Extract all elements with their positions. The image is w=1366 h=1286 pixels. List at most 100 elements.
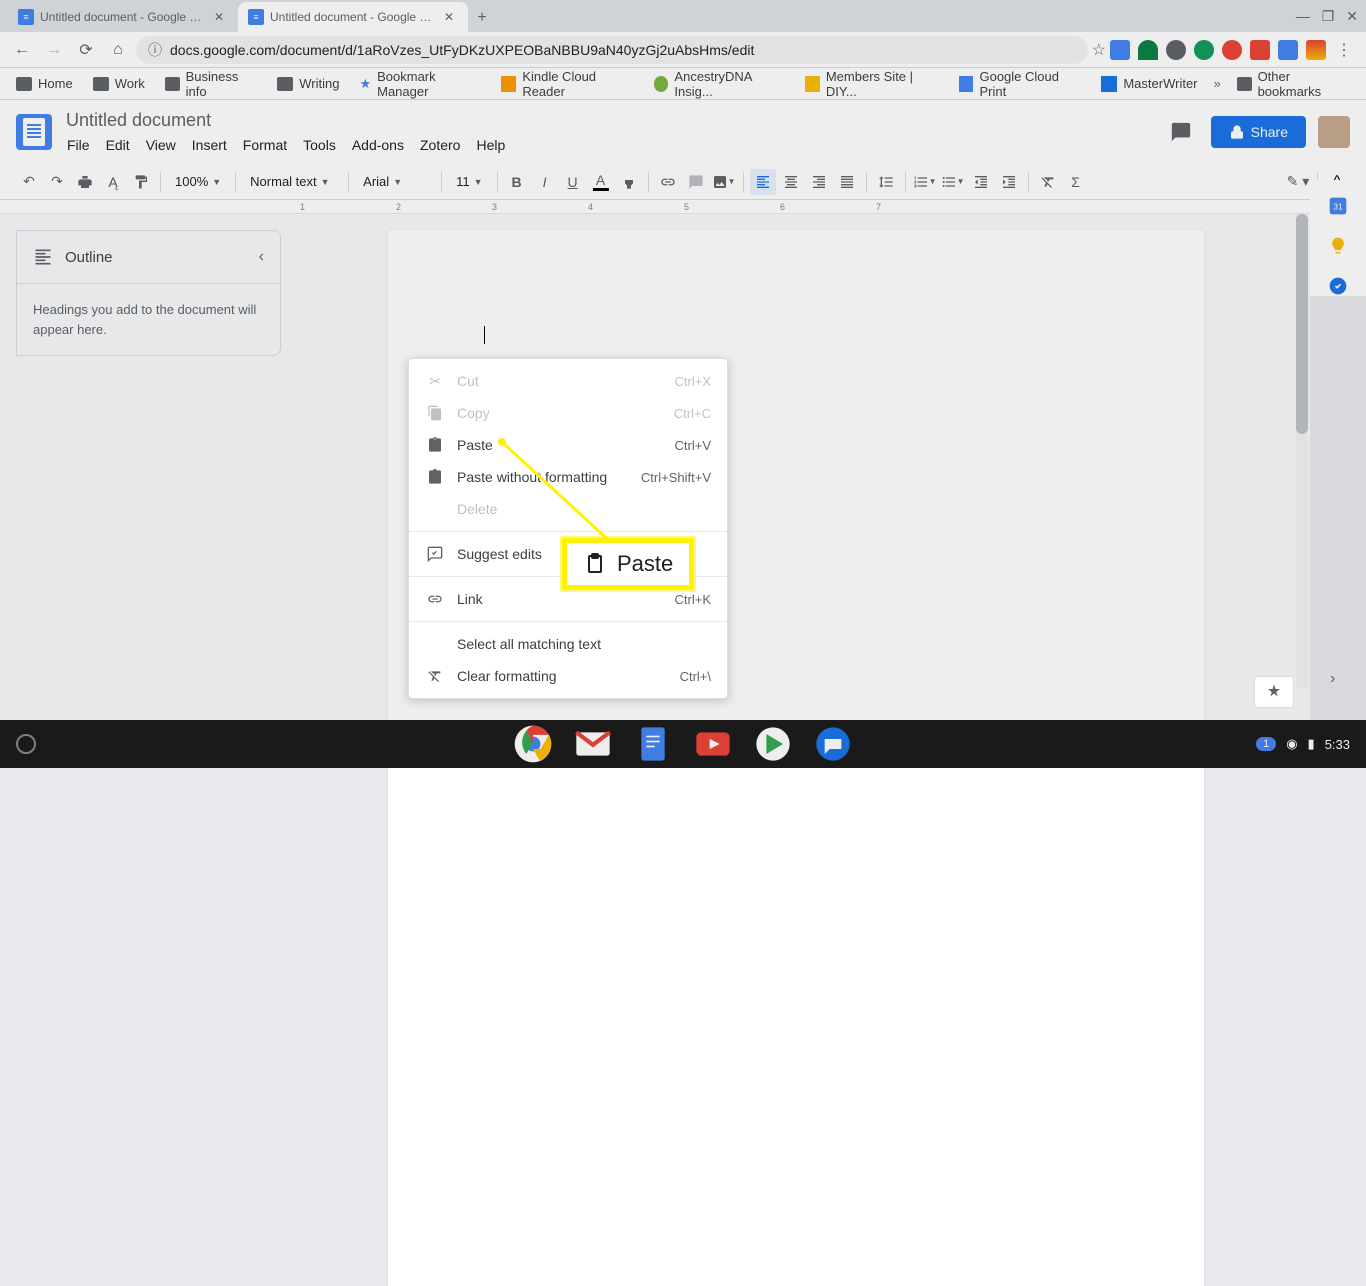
- chrome-menu-button[interactable]: ⋮: [1330, 36, 1358, 64]
- ext-icon[interactable]: [1278, 40, 1298, 60]
- youtube-app[interactable]: [691, 722, 735, 766]
- chrome-app[interactable]: [511, 722, 555, 766]
- ext-icon[interactable]: [1138, 40, 1158, 60]
- font-size-select[interactable]: 11▼: [448, 169, 490, 195]
- insert-image-button[interactable]: ▼: [711, 169, 737, 195]
- input-tools-button[interactable]: Σ: [1063, 169, 1089, 195]
- menu-tools[interactable]: Tools: [296, 133, 343, 157]
- menu-format[interactable]: Format: [236, 133, 294, 157]
- docs-app[interactable]: [631, 722, 675, 766]
- ruler[interactable]: 1 2 3 4 5 6 7: [0, 200, 1366, 214]
- bookmark-item[interactable]: Work: [85, 72, 153, 95]
- menu-file[interactable]: File: [60, 133, 97, 157]
- undo-button[interactable]: ↶: [16, 169, 42, 195]
- tasks-icon[interactable]: [1328, 276, 1348, 296]
- bookmark-item[interactable]: Google Cloud Print: [951, 65, 1090, 103]
- explore-button[interactable]: [1254, 676, 1294, 708]
- url-input[interactable]: ⓘ docs.google.com/document/d/1aRoVzes_Ut…: [136, 36, 1088, 64]
- bookmark-item[interactable]: Home: [8, 72, 81, 95]
- minimize-button[interactable]: —: [1296, 8, 1310, 25]
- close-icon[interactable]: ✕: [444, 10, 458, 24]
- site-info-icon[interactable]: ⓘ: [148, 40, 162, 60]
- vertical-scrollbar[interactable]: [1296, 214, 1308, 688]
- expand-side-panel-button[interactable]: ›: [1330, 670, 1350, 690]
- decrease-indent-button[interactable]: [968, 169, 994, 195]
- menu-zotero[interactable]: Zotero: [413, 133, 467, 157]
- ext-icon[interactable]: [1222, 40, 1242, 60]
- ext-icon[interactable]: [1250, 40, 1270, 60]
- menu-insert[interactable]: Insert: [185, 133, 234, 157]
- collapse-outline-button[interactable]: ‹: [259, 248, 264, 266]
- launcher-button[interactable]: [16, 734, 36, 754]
- bullet-list-button[interactable]: ▼: [940, 169, 966, 195]
- back-button[interactable]: ←: [8, 36, 36, 64]
- user-avatar[interactable]: [1318, 116, 1350, 148]
- bookmark-item[interactable]: Bookmark Manager: [351, 65, 489, 103]
- other-bookmarks[interactable]: Other bookmarks: [1229, 65, 1358, 103]
- maximize-button[interactable]: ❐: [1322, 8, 1335, 25]
- increase-indent-button[interactable]: [996, 169, 1022, 195]
- align-right-button[interactable]: [806, 169, 832, 195]
- spellcheck-button[interactable]: Ą: [100, 169, 126, 195]
- docs-logo[interactable]: [16, 114, 52, 150]
- ext-icon[interactable]: [1194, 40, 1214, 60]
- line-spacing-button[interactable]: [873, 169, 899, 195]
- ctx-delete[interactable]: Delete: [409, 493, 727, 525]
- share-button[interactable]: Share: [1211, 116, 1306, 148]
- menu-edit[interactable]: Edit: [99, 133, 137, 157]
- bookmark-item[interactable]: Business info: [157, 65, 265, 103]
- star-button[interactable]: ☆: [1092, 40, 1106, 60]
- messages-app[interactable]: [811, 722, 855, 766]
- ctx-cut[interactable]: ✂ Cut Ctrl+X: [409, 365, 727, 397]
- keep-icon[interactable]: [1328, 236, 1348, 256]
- align-left-button[interactable]: [750, 169, 776, 195]
- home-button[interactable]: ⌂: [104, 36, 132, 64]
- bookmark-item[interactable]: Writing: [269, 72, 347, 95]
- document-title[interactable]: Untitled document: [60, 108, 1155, 133]
- ctx-copy[interactable]: Copy Ctrl+C: [409, 397, 727, 429]
- forward-button[interactable]: →: [40, 36, 68, 64]
- ext-icon[interactable]: [1306, 40, 1326, 60]
- reload-button[interactable]: ⟳: [72, 36, 100, 64]
- bookmark-item[interactable]: Members Site | DIY...: [797, 65, 947, 103]
- calendar-icon[interactable]: 31: [1328, 196, 1348, 216]
- system-tray[interactable]: 1 ◉ ▮ 5:33: [1256, 736, 1350, 752]
- text-color-button[interactable]: A: [588, 169, 614, 195]
- close-window-button[interactable]: ✕: [1346, 8, 1358, 25]
- font-select[interactable]: Arial▼: [355, 169, 435, 195]
- zoom-select[interactable]: 100%▼: [167, 169, 229, 195]
- ctx-select-matching[interactable]: Select all matching text: [409, 628, 727, 660]
- underline-button[interactable]: U: [560, 169, 586, 195]
- notification-badge[interactable]: 1: [1256, 737, 1276, 751]
- play-store-app[interactable]: [751, 722, 795, 766]
- ctx-clear-formatting[interactable]: Clear formatting Ctrl+\: [409, 660, 727, 692]
- bookmark-item[interactable]: AncestryDNA Insig...: [646, 65, 793, 103]
- bookmark-overflow[interactable]: »: [1210, 76, 1225, 91]
- ctx-paste[interactable]: Paste Ctrl+V: [409, 429, 727, 461]
- menu-help[interactable]: Help: [469, 133, 512, 157]
- ext-icon[interactable]: [1166, 40, 1186, 60]
- ctx-paste-plain[interactable]: Paste without formatting Ctrl+Shift+V: [409, 461, 727, 493]
- menu-addons[interactable]: Add-ons: [345, 133, 411, 157]
- bookmark-item[interactable]: Kindle Cloud Reader: [493, 65, 641, 103]
- align-justify-button[interactable]: [834, 169, 860, 195]
- highlight-button[interactable]: [616, 169, 642, 195]
- bookmark-item[interactable]: MasterWriter: [1093, 72, 1205, 96]
- bold-button[interactable]: B: [504, 169, 530, 195]
- editing-mode-button[interactable]: ✎ ▾: [1285, 169, 1311, 195]
- gmail-app[interactable]: [571, 722, 615, 766]
- comments-button[interactable]: [1163, 114, 1199, 150]
- insert-link-button[interactable]: [655, 169, 681, 195]
- browser-tab-active[interactable]: ≡ Untitled document - Google Docs ✕: [238, 2, 468, 32]
- redo-button[interactable]: ↷: [44, 169, 70, 195]
- paint-format-button[interactable]: [128, 169, 154, 195]
- align-center-button[interactable]: [778, 169, 804, 195]
- ext-icon[interactable]: [1110, 40, 1130, 60]
- new-tab-button[interactable]: +: [468, 4, 496, 32]
- browser-tab[interactable]: ≡ Untitled document - Google Docs ✕: [8, 2, 238, 32]
- italic-button[interactable]: I: [532, 169, 558, 195]
- print-button[interactable]: [72, 169, 98, 195]
- close-icon[interactable]: ✕: [214, 10, 228, 24]
- numbered-list-button[interactable]: ▼: [912, 169, 938, 195]
- menu-view[interactable]: View: [139, 133, 183, 157]
